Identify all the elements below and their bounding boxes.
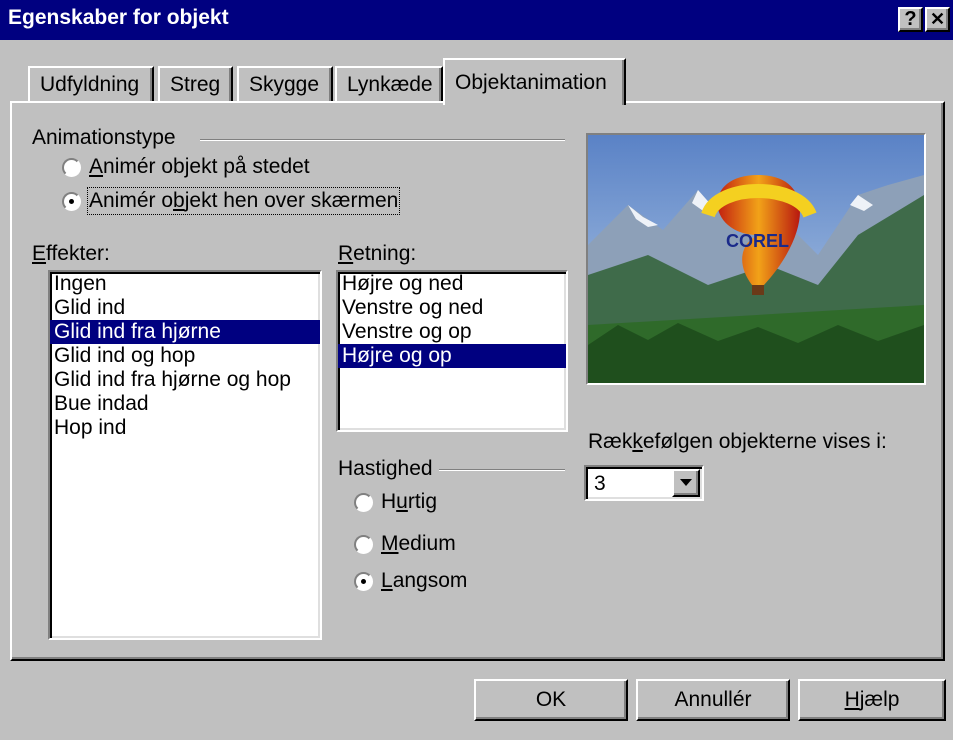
- tab-label: Skygge: [249, 73, 320, 96]
- list-item[interactable]: Glid ind: [50, 296, 320, 320]
- tab-label: Objektanimation: [455, 70, 607, 94]
- list-item[interactable]: Højre og ned: [338, 272, 566, 296]
- effects-listbox[interactable]: Ingen Glid ind Glid ind fra hjørne Glid …: [48, 270, 322, 640]
- radio-animate-in-place[interactable]: Animér objekt på stedet: [62, 155, 310, 179]
- effects-label: Effekter:: [32, 242, 110, 265]
- radio-label: Animér objekt på stedet: [89, 155, 310, 178]
- radio-speed-slow[interactable]: Langsom: [354, 569, 467, 593]
- order-value: 3: [594, 472, 606, 495]
- list-item[interactable]: Glid ind og hop: [50, 344, 320, 368]
- radio-label: Animér objekt hen over skærmen: [86, 187, 401, 215]
- radio-indicator: [354, 492, 373, 512]
- list-item-selected[interactable]: Glid ind fra hjørne: [50, 320, 320, 344]
- button-label: Hjælp: [844, 688, 900, 711]
- dropdown-arrow-button[interactable]: [672, 469, 700, 497]
- list-item[interactable]: Ingen: [50, 272, 320, 296]
- list-item[interactable]: Venstre og op: [338, 320, 566, 344]
- list-item[interactable]: Bue indad: [50, 392, 320, 416]
- tab-objektanimation[interactable]: Objektanimation: [443, 58, 626, 105]
- close-icon: ✕: [929, 9, 946, 29]
- tab-label: Udfyldning: [40, 73, 140, 96]
- tab-streg[interactable]: Streg: [158, 66, 233, 102]
- animation-type-title: Animationstype: [32, 126, 182, 150]
- button-label: Annullér: [674, 688, 752, 711]
- group-divider: [200, 139, 565, 141]
- tab-udfyldning[interactable]: Udfyldning: [28, 66, 154, 102]
- question-icon: ?: [904, 8, 917, 30]
- radio-animate-across-screen[interactable]: Animér objekt hen over skærmen: [62, 187, 401, 215]
- list-item[interactable]: Glid ind fra hjørne og hop: [50, 368, 320, 392]
- ok-button[interactable]: OK: [474, 679, 628, 721]
- close-caption-button[interactable]: ✕: [925, 7, 950, 32]
- radio-label: Langsom: [381, 569, 468, 592]
- tab-label: Lynkæde: [347, 73, 433, 96]
- window-title: Egenskaber for objekt: [8, 6, 229, 29]
- button-label: OK: [535, 688, 567, 711]
- list-item[interactable]: Venstre og ned: [338, 296, 566, 320]
- preview-image: COREL: [586, 133, 926, 385]
- group-divider: [430, 469, 565, 471]
- direction-label: Retning:: [338, 242, 417, 265]
- radio-indicator: [354, 571, 373, 591]
- radio-speed-medium[interactable]: Medium: [354, 532, 456, 556]
- help-caption-button[interactable]: ?: [898, 7, 923, 32]
- speed-title: Hastighed: [338, 457, 439, 481]
- direction-listbox[interactable]: Højre og ned Venstre og ned Venstre og o…: [336, 270, 568, 432]
- radio-label: Hurtig: [381, 490, 438, 513]
- order-dropdown[interactable]: 3: [584, 465, 704, 501]
- radio-indicator: [62, 191, 81, 211]
- title-bar[interactable]: Egenskaber for objekt ? ✕: [0, 0, 953, 40]
- corel-logo-text: COREL: [726, 231, 789, 251]
- tab-lynkaede[interactable]: Lynkæde: [335, 66, 443, 102]
- chevron-down-icon: [680, 479, 692, 486]
- tab-label: Streg: [170, 73, 221, 96]
- order-label: Rækkefølgen objekterne vises i:: [588, 430, 887, 453]
- tab-skygge[interactable]: Skygge: [237, 66, 333, 102]
- balloon-landscape-illustration: COREL: [588, 135, 924, 383]
- list-item-selected[interactable]: Højre og op: [338, 344, 566, 368]
- list-item[interactable]: Hop ind: [50, 416, 320, 440]
- radio-label: Medium: [381, 532, 456, 555]
- radio-indicator: [62, 157, 81, 177]
- radio-speed-fast[interactable]: Hurtig: [354, 490, 437, 514]
- radio-indicator: [354, 534, 373, 554]
- help-button[interactable]: Hjælp: [798, 679, 946, 721]
- cancel-button[interactable]: Annullér: [636, 679, 790, 721]
